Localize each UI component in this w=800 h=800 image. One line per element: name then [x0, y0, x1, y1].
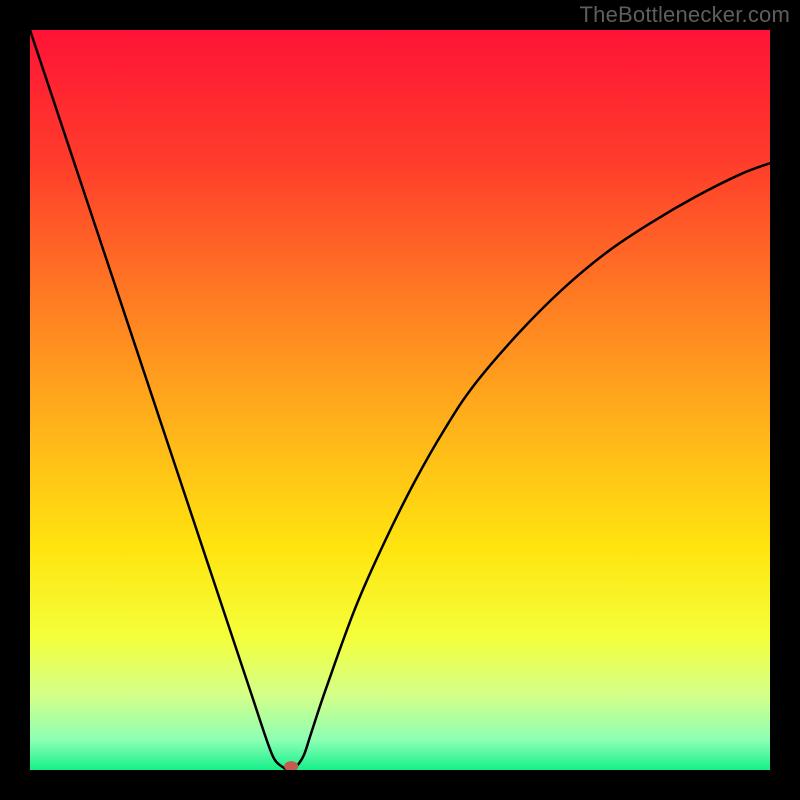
- gradient-background: [30, 30, 770, 770]
- chart-svg: [30, 30, 770, 770]
- chart-frame: TheBottlenecker.com: [0, 0, 800, 800]
- plot-area: [30, 30, 770, 770]
- watermark: TheBottlenecker.com: [580, 2, 790, 28]
